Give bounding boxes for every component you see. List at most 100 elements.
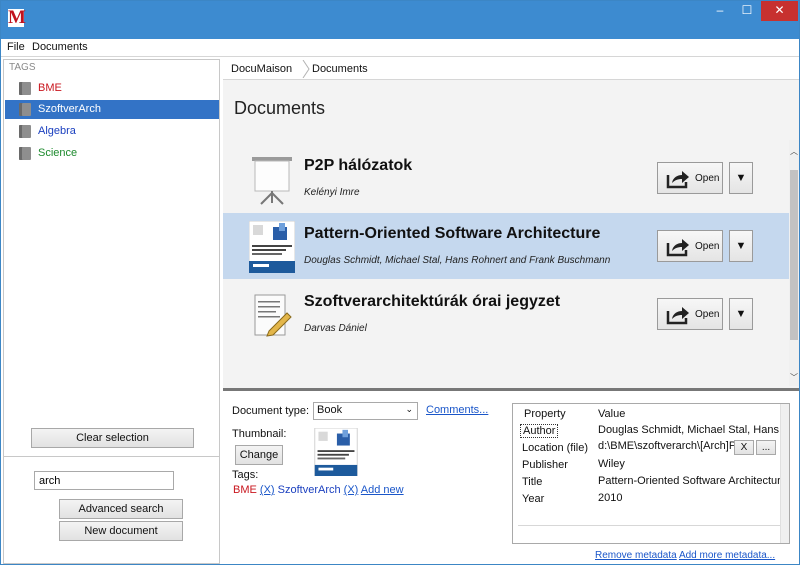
share-open-icon: [666, 307, 689, 325]
breadcrumb: DocuMaison Documents: [223, 58, 799, 80]
scroll-up-icon[interactable]: ︿: [789, 146, 799, 157]
metadata-key: Publisher: [522, 459, 568, 471]
scroll-down-icon[interactable]: ﹀: [789, 372, 799, 383]
tag-book-icon: [19, 147, 31, 160]
add-new-tag-link[interactable]: Add new: [361, 484, 404, 496]
document-title: Szoftverarchitektúrák órai jegyzet: [304, 293, 561, 310]
change-thumbnail-button[interactable]: Change: [235, 445, 283, 465]
presentation-icon: [252, 157, 292, 205]
remove-tag-bme-link[interactable]: (X): [260, 484, 275, 496]
document-tags: BME (X) SzoftverArch (X) Add new: [233, 484, 404, 496]
metadata-header-value: Value: [598, 408, 626, 420]
breadcrumb-item-home[interactable]: DocuMaison: [231, 63, 292, 75]
share-open-icon: [666, 171, 689, 189]
book-cover-thumbnail: [249, 221, 295, 273]
app-window: M – ☐ ✕ File Documents TAGS BME Szoftver…: [0, 0, 800, 565]
breadcrumb-item-documents[interactable]: Documents: [312, 63, 368, 75]
metadata-actions: Remove metadata Add more metadata...: [595, 550, 775, 561]
metadata-value[interactable]: Pattern-Oriented Software Architecture: [598, 475, 786, 487]
breadcrumb-separator-icon: [302, 60, 310, 78]
document-list: P2P hálózatok Kelényi Imre Open ▼ Patter…: [223, 140, 789, 386]
metadata-scrollbar[interactable]: [780, 404, 789, 543]
close-button[interactable]: ✕: [761, 1, 798, 21]
metadata-row[interactable]: Location (file) d:\BME\szoftverarch\[Arc…: [518, 440, 786, 456]
title-bar: M – ☐ ✕: [1, 1, 799, 39]
tag-item-szoftverarch[interactable]: SzoftverArch: [5, 100, 219, 119]
tag-item-bme[interactable]: BME: [5, 79, 219, 98]
open-button[interactable]: Open: [657, 298, 723, 330]
documents-panel: DocuMaison Documents Documents P2P hálóz…: [223, 58, 799, 564]
comments-link[interactable]: Comments...: [426, 404, 488, 416]
new-document-button[interactable]: New document: [59, 521, 183, 541]
remove-tag-szoftverarch-link[interactable]: (X): [344, 484, 359, 496]
menu-documents[interactable]: Documents: [32, 41, 88, 53]
tag-label: BME: [38, 82, 62, 94]
document-menu-dropdown[interactable]: ▼: [729, 298, 753, 330]
add-more-metadata-link[interactable]: Add more metadata...: [679, 550, 775, 561]
app-logo: M: [8, 7, 26, 28]
tag-book-icon: [19, 125, 31, 138]
search-input[interactable]: [34, 471, 174, 490]
document-type-select[interactable]: Book ⌄: [313, 402, 418, 420]
open-button[interactable]: Open: [657, 162, 723, 194]
clear-selection-button[interactable]: Clear selection: [31, 428, 194, 448]
document-authors: Douglas Schmidt, Michael Stal, Hans Rohn…: [304, 255, 611, 266]
metadata-key: Title: [522, 476, 543, 488]
browse-location-button[interactable]: ...: [756, 440, 776, 455]
book-cover-thumbnail: [314, 428, 358, 476]
document-type-value: Book: [317, 404, 343, 416]
notes-document-icon: [254, 294, 292, 337]
tags-label: Tags:: [232, 469, 259, 481]
metadata-row[interactable]: Publisher Wiley: [518, 457, 786, 473]
search-area: Advanced search New document: [4, 456, 219, 563]
metadata-row[interactable]: Title Pattern-Oriented Software Architec…: [518, 474, 786, 490]
tag-label: SzoftverArch: [38, 103, 101, 115]
document-list-scrollbar[interactable]: ︿ ﹀: [789, 140, 799, 386]
metadata-key: Year: [522, 493, 545, 505]
document-menu-dropdown[interactable]: ▼: [729, 162, 753, 194]
open-button[interactable]: Open: [657, 230, 723, 262]
metadata-value[interactable]: Wiley: [598, 458, 786, 470]
tag-item-algebra[interactable]: Algebra: [5, 122, 219, 141]
open-label: Open: [695, 309, 720, 320]
metadata-divider: [518, 525, 780, 526]
document-tag-szoftverarch: SzoftverArch: [277, 484, 341, 496]
open-label: Open: [695, 173, 720, 184]
document-row[interactable]: Szoftverarchitektúrák órai jegyzet Darva…: [223, 281, 789, 347]
metadata-table: Property Value Author Douglas Schmidt, M…: [512, 403, 790, 544]
document-tag-bme: BME: [233, 484, 257, 496]
scrollbar-thumb[interactable]: [790, 170, 798, 340]
document-row[interactable]: Pattern-Oriented Software Architecture D…: [223, 213, 789, 279]
tag-item-science[interactable]: Science: [5, 144, 219, 163]
document-menu-dropdown[interactable]: ▼: [729, 230, 753, 262]
document-details: Document type: Book ⌄ Comments... Thumbn…: [223, 391, 799, 564]
metadata-key: Author: [520, 424, 559, 438]
document-title: Pattern-Oriented Software Architecture: [304, 225, 601, 242]
advanced-search-button[interactable]: Advanced search: [59, 499, 183, 519]
minimize-button[interactable]: –: [707, 1, 733, 21]
location-file-input[interactable]: d:\BME\szoftverarch\[Arch]Pa: [598, 440, 734, 455]
clear-location-button[interactable]: X: [734, 440, 754, 455]
document-authors: Kelényi Imre: [304, 187, 360, 198]
tag-label: Algebra: [38, 125, 76, 137]
menu-file[interactable]: File: [7, 41, 25, 53]
menu-bar: File Documents: [1, 39, 799, 57]
document-row[interactable]: P2P hálózatok Kelényi Imre Open ▼: [223, 145, 789, 211]
document-title: P2P hálózatok: [304, 157, 413, 174]
tags-header: TAGS: [9, 62, 36, 73]
remove-metadata-link[interactable]: Remove metadata: [595, 550, 677, 561]
tags-panel: TAGS BME SzoftverArch Algebra Science Cl…: [3, 59, 220, 564]
metadata-row[interactable]: Year 2010: [518, 491, 786, 507]
metadata-row[interactable]: Author Douglas Schmidt, Michael Stal, Ha…: [518, 423, 786, 439]
page-title: Documents: [234, 98, 326, 118]
tag-label: Science: [38, 147, 78, 159]
document-type-label: Document type:: [232, 405, 310, 417]
share-open-icon: [666, 239, 689, 257]
document-authors: Darvas Dániel: [304, 323, 367, 334]
metadata-value[interactable]: Douglas Schmidt, Michael Stal, Hans Ro: [598, 424, 786, 436]
thumbnail-label: Thumbnail:: [232, 428, 287, 440]
metadata-value[interactable]: 2010: [598, 492, 786, 504]
maximize-button[interactable]: ☐: [734, 1, 760, 21]
tag-book-icon: [19, 103, 31, 116]
metadata-header-property: Property: [524, 408, 566, 420]
